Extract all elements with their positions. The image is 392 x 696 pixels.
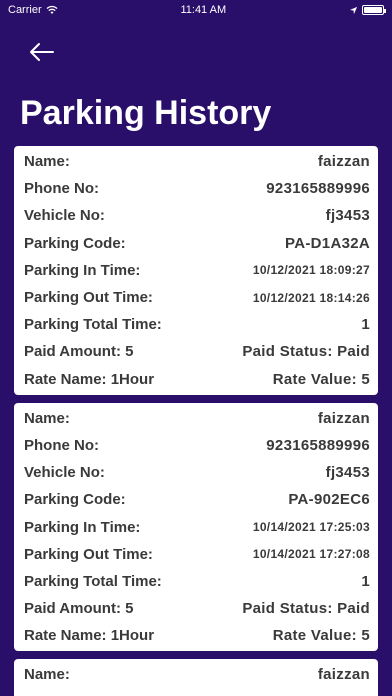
name-value: faizzan [317, 153, 370, 171]
out-time-row: Parking Out Time: 10/14/2021 17:27:08 [24, 541, 370, 568]
phone-row: Phone No: 923165889996 [24, 175, 370, 202]
vehicle-value: fj3453 [325, 207, 370, 225]
total-time-row: Parking Total Time: 1 [24, 568, 370, 595]
status-bar: Carrier 11:41 AM [0, 0, 392, 20]
in-time-row: Parking In Time: 10/12/2021 18:09:27 [24, 257, 370, 284]
code-label: Parking Code: [24, 234, 126, 252]
name-row: Name: faizzan [24, 148, 370, 175]
code-value: PA-D1A32A [285, 234, 370, 252]
out-time-value: 10/14/2021 17:27:08 [252, 547, 370, 562]
paid-status: Paid Status: Paid [242, 343, 370, 361]
name-row: Name: faizzan [24, 661, 370, 688]
total-time-value: 1 [361, 572, 370, 590]
in-time-row: Parking In Time: 10/14/2021 17:25:03 [24, 513, 370, 540]
code-label: Parking Code: [24, 491, 126, 509]
phone-label: Phone No: [24, 436, 99, 454]
name-label: Name: [24, 409, 70, 427]
rate-value: Rate Value: 5 [272, 370, 370, 388]
location-icon [349, 6, 358, 14]
rate-row: Rate Name: 1Hour Rate Value: 5 [24, 366, 370, 393]
page-title: Parking History [20, 94, 272, 132]
phone-row: Phone No:923165889996 [24, 689, 370, 696]
out-time-label: Parking Out Time: [24, 545, 153, 563]
in-time-label: Parking In Time: [24, 518, 141, 536]
name-value: faizzan [317, 409, 370, 427]
rate-name: Rate Name: 1Hour [24, 627, 155, 645]
phone-label: Phone No: [24, 180, 99, 198]
phone-value: 923165889996 [266, 436, 370, 454]
arrow-left-icon [30, 43, 54, 61]
name-label: Name: [24, 153, 70, 171]
vehicle-label: Vehicle No: [24, 464, 105, 482]
paid-amount: Paid Amount: 5 [24, 343, 134, 361]
name-row: Name: faizzan [24, 405, 370, 432]
out-time-row: Parking Out Time: 10/12/2021 18:14:26 [24, 284, 370, 311]
out-time-label: Parking Out Time: [24, 289, 153, 307]
carrier-label: Carrier [8, 4, 42, 16]
parking-record-card[interactable]: Name: faizzan Phone No:923165889996 [14, 659, 378, 696]
status-right [349, 5, 386, 15]
name-value: faizzan [317, 666, 370, 684]
status-time: 11:41 AM [180, 4, 227, 16]
total-time-label: Parking Total Time: [24, 316, 162, 334]
parking-record-card[interactable]: Name: faizzan Phone No: 923165889996 Vehic… [14, 402, 378, 652]
rate-row: Rate Name: 1Hour Rate Value: 5 [24, 622, 370, 649]
phone-value: 923165889996 [266, 180, 370, 198]
in-time-value: 10/14/2021 17:25:03 [252, 520, 370, 535]
rate-value: Rate Value: 5 [272, 627, 370, 645]
code-row: Parking Code: PA-D1A32A [24, 230, 370, 257]
in-time-label: Parking In Time: [24, 261, 141, 279]
total-time-label: Parking Total Time: [24, 572, 162, 590]
parking-record-card[interactable]: Name: faizzan Phone No: 923165889996 Vehic… [14, 146, 378, 395]
back-button[interactable] [28, 38, 56, 66]
name-label: Name: [24, 666, 70, 684]
paid-status: Paid Status: Paid [242, 600, 370, 618]
phone-row: Phone No: 923165889996 [24, 432, 370, 459]
payment-row: Paid Amount: 5 Paid Status: Paid [24, 595, 370, 622]
code-row: Parking Code: PA-902EC6 [24, 486, 370, 513]
in-time-value: 10/12/2021 18:09:27 [252, 263, 370, 278]
paid-amount: Paid Amount: 5 [24, 600, 134, 618]
nav-bar [0, 20, 392, 84]
payment-row: Paid Amount: 5 Paid Status: Paid [24, 338, 370, 365]
code-value: PA-902EC6 [288, 491, 370, 509]
out-time-value: 10/12/2021 18:14:26 [252, 290, 370, 305]
vehicle-value: fj3453 [325, 464, 370, 482]
total-time-value: 1 [361, 316, 370, 334]
rate-name: Rate Name: 1Hour [24, 370, 155, 388]
vehicle-row: Vehicle No: fj3453 [24, 202, 370, 229]
vehicle-row: Vehicle No: fj3453 [24, 459, 370, 486]
status-left: Carrier [8, 4, 58, 16]
parking-history-list[interactable]: Name: faizzan Phone No: 923165889996 Vehic… [14, 146, 378, 696]
battery-icon [361, 5, 386, 15]
wifi-icon [46, 5, 58, 14]
total-time-row: Parking Total Time: 1 [24, 311, 370, 338]
vehicle-label: Vehicle No: [24, 207, 105, 225]
